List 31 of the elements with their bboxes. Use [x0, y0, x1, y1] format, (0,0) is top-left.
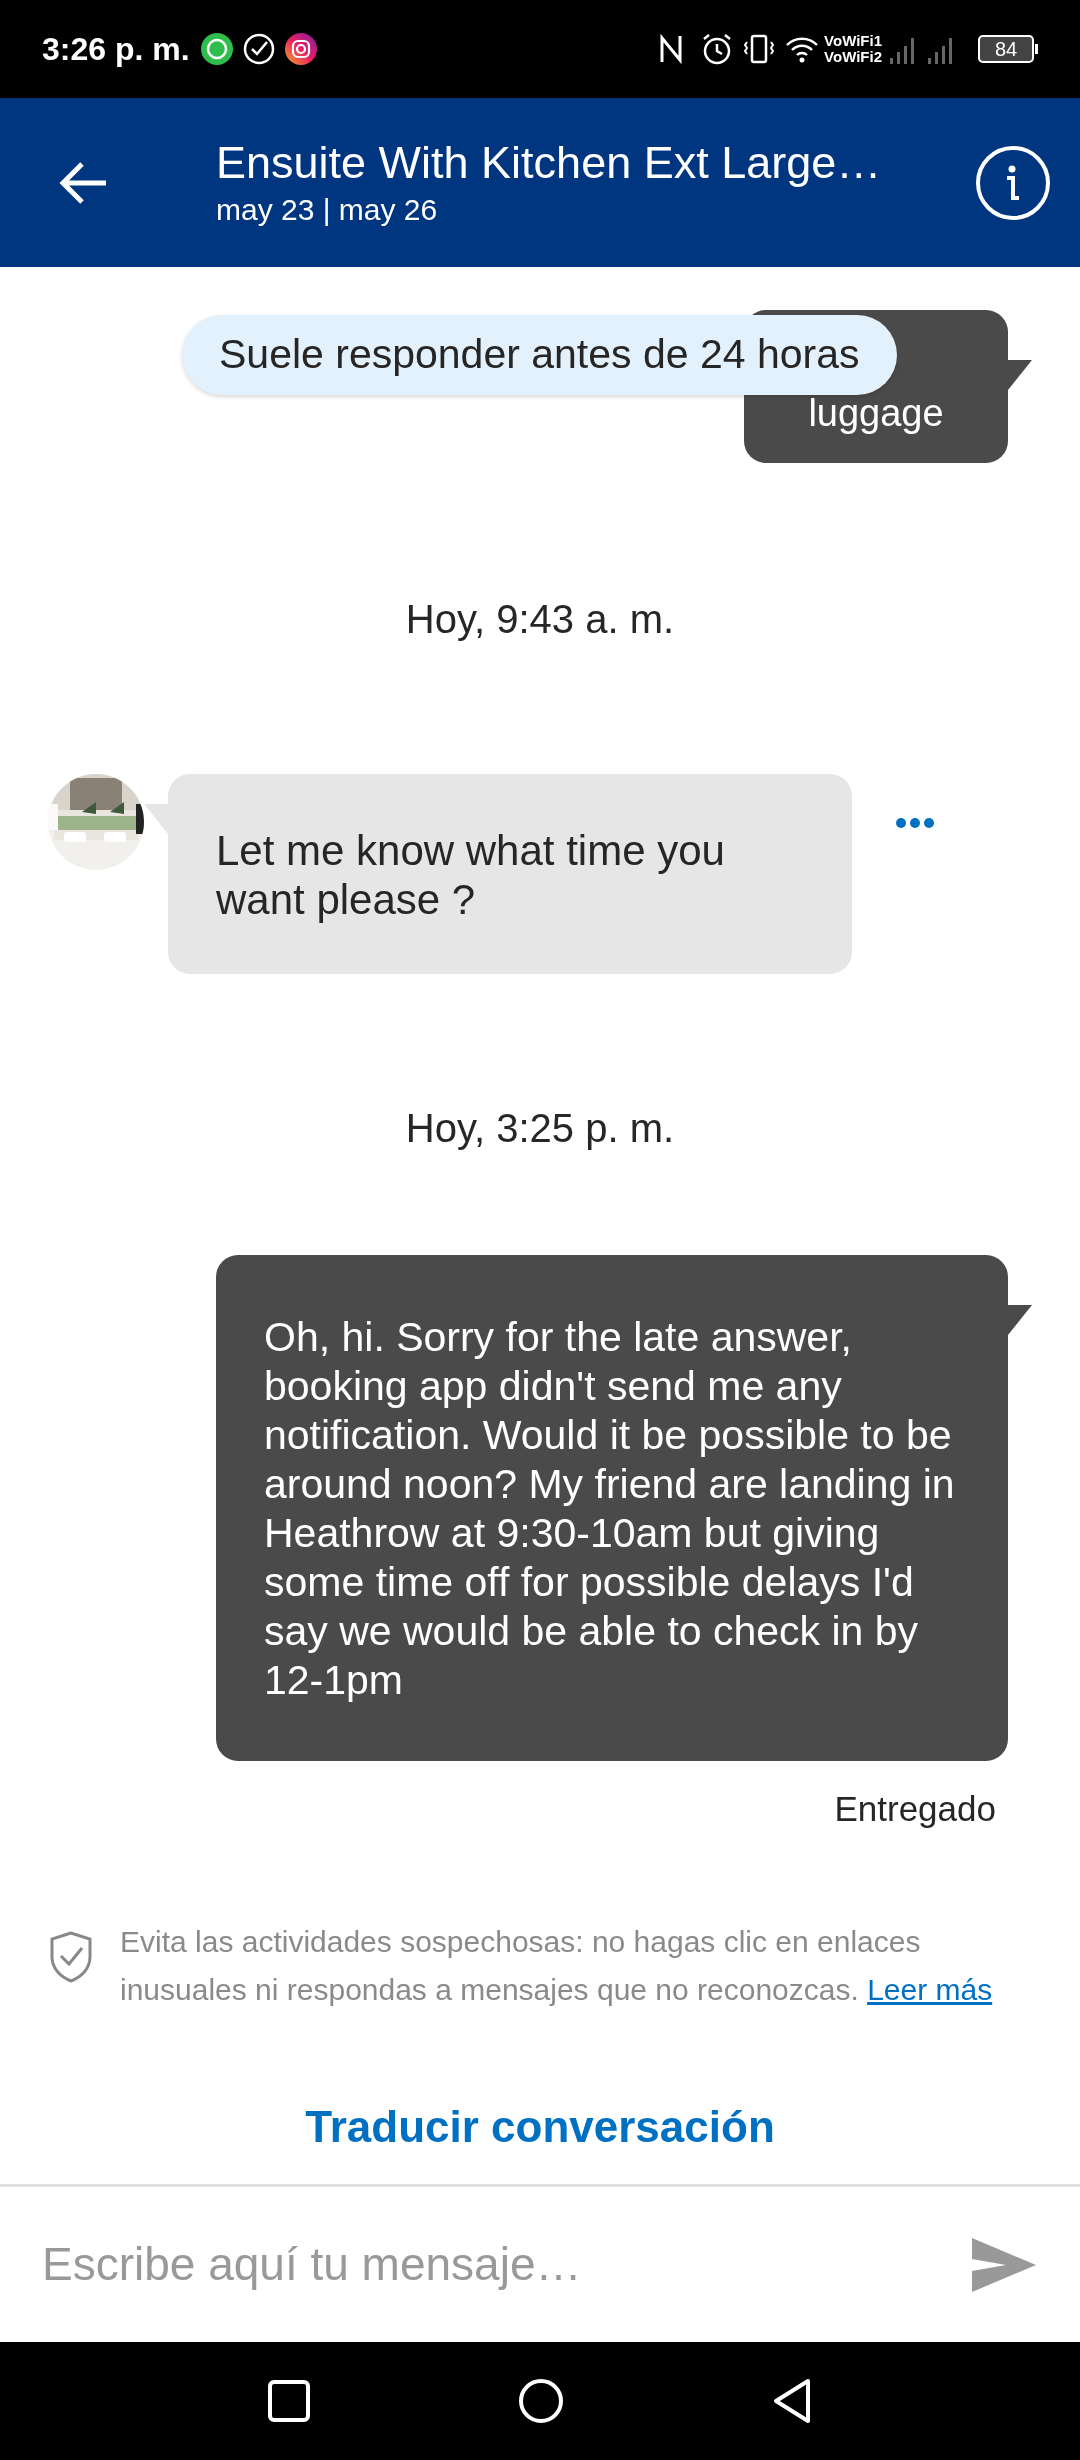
delivery-status: Entregado	[834, 1788, 996, 1830]
read-more-link[interactable]: Leer más	[867, 1972, 993, 2006]
recents-button[interactable]	[268, 2380, 310, 2422]
vibrate-icon	[742, 32, 777, 66]
timestamp: Hoy, 9:43 a. m.	[405, 596, 675, 643]
circle-icon	[518, 2378, 564, 2424]
header-subtitle: may 23 | may 26	[216, 191, 439, 228]
shield-check-icon	[48, 1929, 94, 1984]
message-text: Oh, hi. Sorry for the late answer, booking app didn't send me any notification. Would it be possible to be around noon? My friend are landing in Heathrow at 9:30-10am but giving some time off for possible delays I'd say we would be able to check in by 12-1pm	[264, 1314, 955, 1703]
response-time-notice: Suele responder antes de 24 horas	[182, 315, 897, 395]
camera-app-icon	[283, 32, 318, 66]
network-label: VoWiFi1	[824, 33, 882, 49]
info-button[interactable]	[976, 145, 1050, 220]
header-title: Ensuite With Kitchen Ext Large…	[216, 135, 883, 190]
status-time: 3:26 p. m.	[42, 30, 190, 69]
back-nav-button[interactable]	[772, 2378, 812, 2424]
check-circle-icon	[241, 32, 276, 66]
message-text: Let me know what time you want please ?	[216, 827, 725, 923]
send-icon	[972, 2237, 1036, 2292]
triangle-back-icon	[772, 2378, 812, 2424]
chat-app-icon	[199, 32, 234, 66]
network-label: VoWiFi2	[824, 49, 882, 65]
battery-level: 84	[978, 35, 1034, 63]
timestamp: Hoy, 3:25 p. m.	[405, 1105, 675, 1152]
home-button[interactable]	[518, 2378, 564, 2424]
square-icon	[268, 2380, 310, 2422]
message-input-field[interactable]: Escribe aquí tu mensaje…	[42, 2230, 952, 2299]
translate-conversation-link[interactable]: Traducir conversación	[305, 2093, 775, 2160]
send-button[interactable]	[972, 2237, 1036, 2292]
safety-notice-text: Evita las actividades sospechosas: no hagas clic en enlaces inusuales ni respondas a mensajes que no reconozcas. Leer más	[120, 1923, 994, 2008]
nfc-icon	[658, 32, 685, 66]
